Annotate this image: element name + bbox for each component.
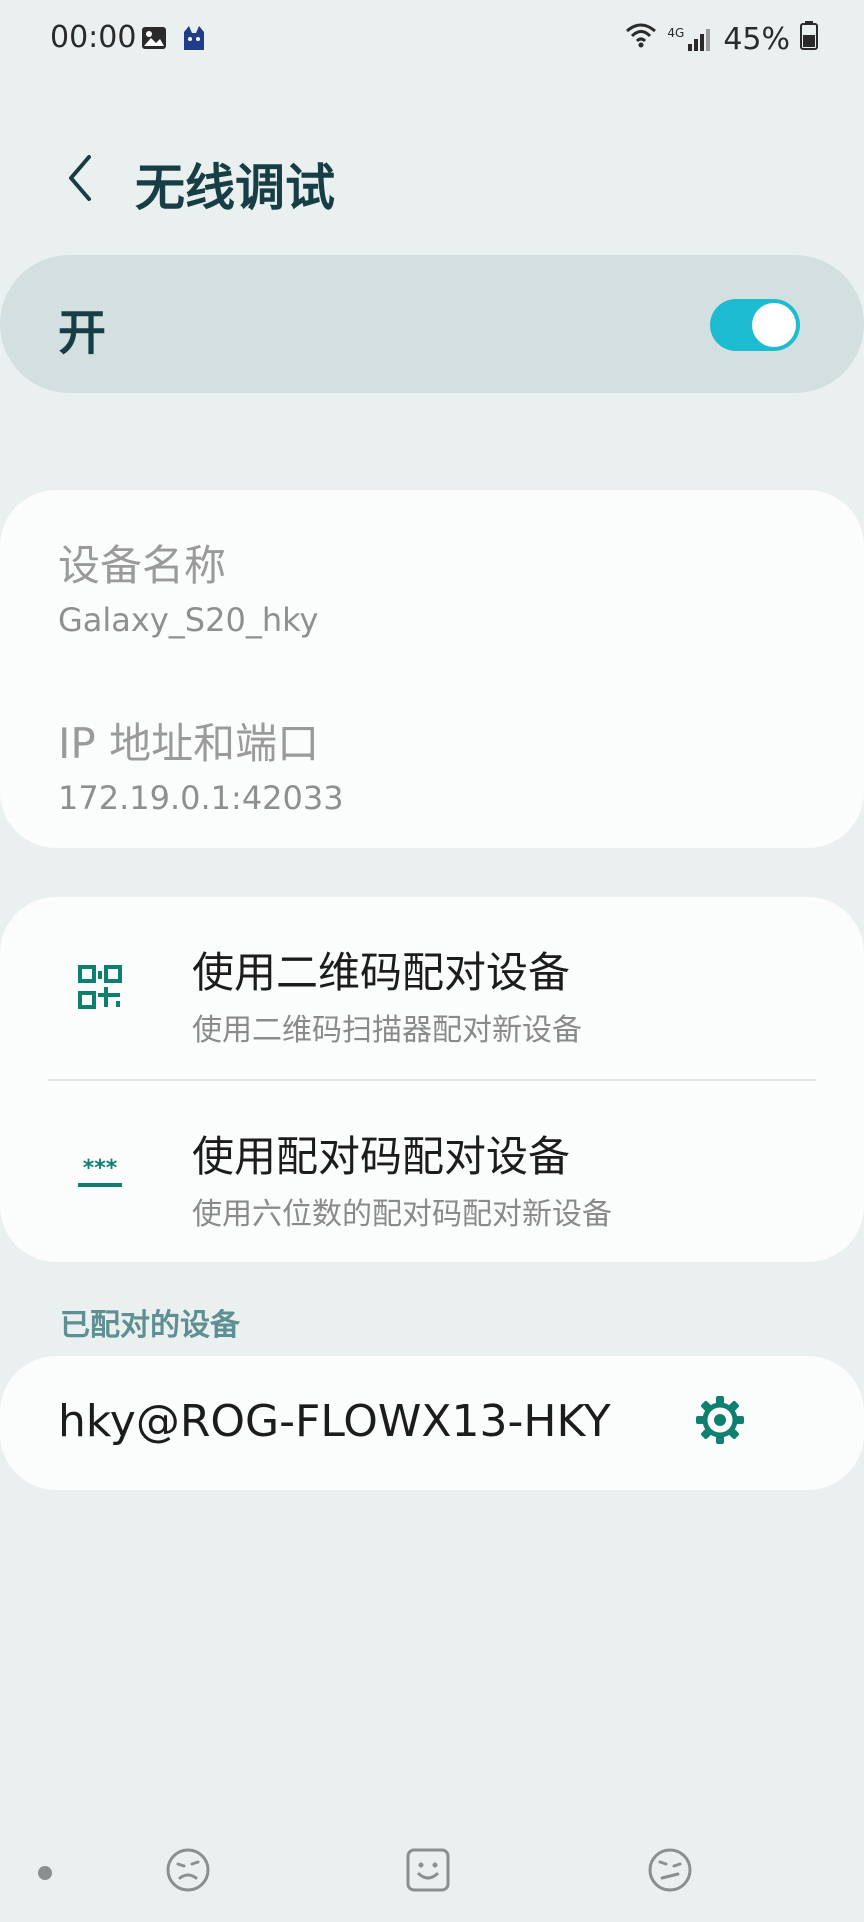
ip-port-title: IP 地址和端口 [58,719,320,768]
svg-text:***: *** [83,1156,118,1181]
paired-device-item[interactable]: hky@ROG-FLOWX13-HKY [0,1356,864,1490]
pair-with-code-subtitle: 使用六位数的配对码配对新设备 [192,1197,612,1232]
gear-icon [694,1394,746,1450]
network-type: 4G [667,26,685,40]
wifi-icon [625,21,657,57]
ip-port-value: 172.19.0.1:42033 [58,779,344,817]
nav-right-button[interactable] [640,1842,700,1902]
device-name-title: 设备名称 [58,541,227,590]
info-card: 设备名称 Galaxy_S20_hky IP 地址和端口 172.19.0.1:… [0,490,864,848]
master-switch-label: 开 [58,305,107,361]
status-time: 00:00 [50,20,137,55]
header: 无线调试 [0,130,864,230]
qr-code-icon [72,959,128,1015]
pair-with-code-title: 使用配对码配对设备 [192,1132,571,1181]
status-right: 4G 45% [625,20,818,58]
app-cat-icon [180,24,208,56]
toggle-knob [752,303,796,347]
gallery-icon [140,24,168,56]
nav-indicator-dot [38,1866,52,1880]
status-left-icons [140,24,208,56]
keyboard-emoji-home-icon [404,1846,452,1898]
signal-icon: 4G [667,26,713,52]
pair-with-code-item[interactable]: *** 使用配对码配对设备 使用六位数的配对码配对新设备 [0,1081,864,1261]
paired-devices-header: 已配对的设备 [60,1308,240,1343]
pair-with-qr-title: 使用二维码配对设备 [192,948,571,997]
keyboard-emoji-right-icon [646,1846,694,1898]
battery-percent: 45% [723,21,790,57]
nav-home-button[interactable] [398,1842,458,1902]
master-toggle[interactable] [710,299,800,351]
pair-with-qr-subtitle: 使用二维码扫描器配对新设备 [192,1013,582,1048]
pairing-card: 使用二维码配对设备 使用二维码扫描器配对新设备 *** 使用配对码配对设备 使用… [0,897,864,1262]
page-title: 无线调试 [135,159,335,217]
paired-device-name: hky@ROG-FLOWX13-HKY [58,1396,611,1447]
keyboard-emoji-left-icon [164,1846,212,1898]
master-switch-row[interactable]: 开 [0,255,864,393]
back-button[interactable] [50,150,110,210]
navigation-bar [0,1822,864,1922]
battery-icon [800,20,818,58]
device-name-value: Galaxy_S20_hky [58,601,319,639]
pairing-code-icon: *** [72,1143,128,1199]
ip-port-row: IP 地址和端口 172.19.0.1:42033 [58,710,344,817]
device-settings-button[interactable] [690,1392,750,1452]
device-name-row: 设备名称 Galaxy_S20_hky [58,532,318,639]
nav-left-button[interactable] [158,1842,218,1902]
back-arrow-icon [65,153,95,207]
status-bar: 00:00 4G 45% [0,0,864,80]
pair-with-qr-item[interactable]: 使用二维码配对设备 使用二维码扫描器配对新设备 [0,897,864,1081]
